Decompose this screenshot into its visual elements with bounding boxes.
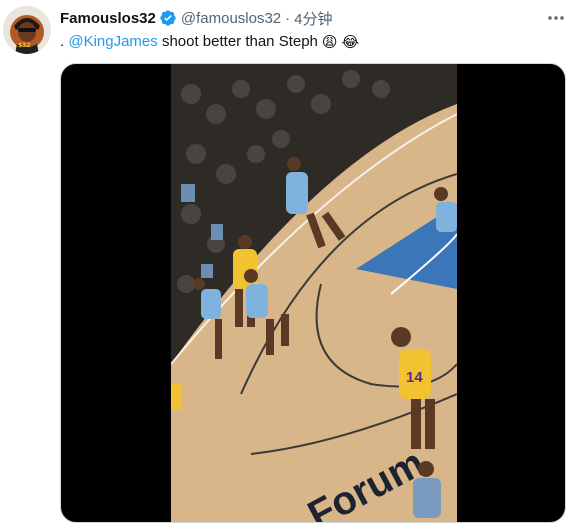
verified-badge-icon — [159, 9, 177, 27]
svg-text:$32: $32 — [18, 42, 31, 49]
tweet-header: Famouslos32 @famouslos32 · 4分钟 — [60, 8, 333, 28]
tweet-text-prefix: . — [60, 33, 69, 50]
avatar[interactable]: $32 — [3, 6, 51, 54]
video-player[interactable]: Forum 14 — [60, 63, 566, 523]
weary-face-emoji: 😩 — [321, 33, 338, 51]
display-name[interactable]: Famouslos32 — [60, 10, 156, 27]
tears-of-joy-emoji: 😂 — [341, 33, 360, 51]
user-handle[interactable]: @famouslos32 — [181, 10, 281, 27]
more-dots-icon[interactable] — [544, 8, 568, 28]
video-frame: Forum 14 — [171, 64, 457, 522]
mention-link[interactable]: @KingJames — [68, 32, 157, 52]
separator-dot: · — [285, 9, 291, 27]
svg-text:14: 14 — [406, 369, 423, 386]
timestamp[interactable]: 4分钟 — [294, 8, 332, 29]
tweet-text-body: shoot better than Steph — [157, 33, 318, 50]
avatar-image: $32 — [3, 6, 51, 54]
tweet-text: . @KingJames shoot better than Steph 😩 😂 — [60, 32, 359, 52]
